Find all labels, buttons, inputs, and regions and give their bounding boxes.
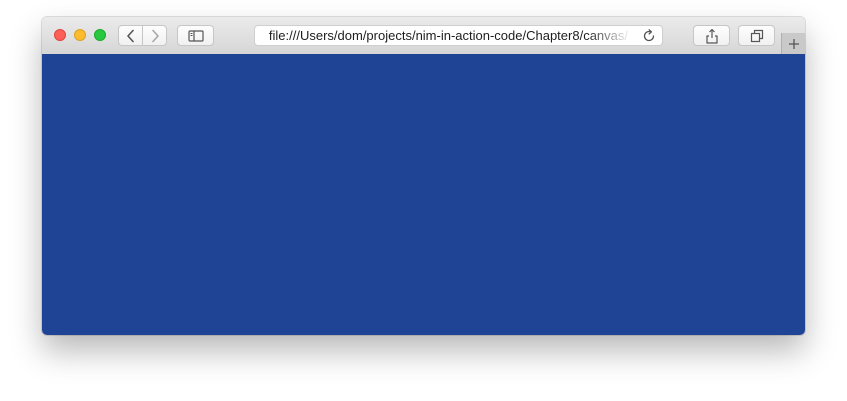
address-bar[interactable]: file:///Users/dom/projects/nim-in-action… xyxy=(254,25,663,46)
plus-icon xyxy=(788,38,799,49)
url-text[interactable]: file:///Users/dom/projects/nim-in-action… xyxy=(255,26,632,45)
new-tab-button[interactable] xyxy=(781,33,805,54)
browser-toolbar: file:///Users/dom/projects/nim-in-action… xyxy=(42,17,805,55)
share-button[interactable] xyxy=(693,25,730,46)
canvas-area[interactable] xyxy=(42,54,805,335)
reload-icon[interactable] xyxy=(642,29,656,43)
back-button[interactable] xyxy=(118,25,143,46)
tab-overview-icon xyxy=(750,29,763,42)
chevron-right-icon xyxy=(151,29,159,42)
navigation-buttons xyxy=(118,25,167,46)
share-icon xyxy=(705,28,718,44)
minimize-window-button[interactable] xyxy=(74,29,86,41)
sidebar-icon xyxy=(187,29,204,42)
zoom-window-button[interactable] xyxy=(94,29,106,41)
chevron-left-icon xyxy=(126,29,134,42)
close-window-button[interactable] xyxy=(54,29,66,41)
sidebar-button[interactable] xyxy=(177,25,214,46)
browser-window: file:///Users/dom/projects/nim-in-action… xyxy=(42,17,805,335)
forward-button[interactable] xyxy=(142,25,167,46)
tab-overview-button[interactable] xyxy=(738,25,775,46)
